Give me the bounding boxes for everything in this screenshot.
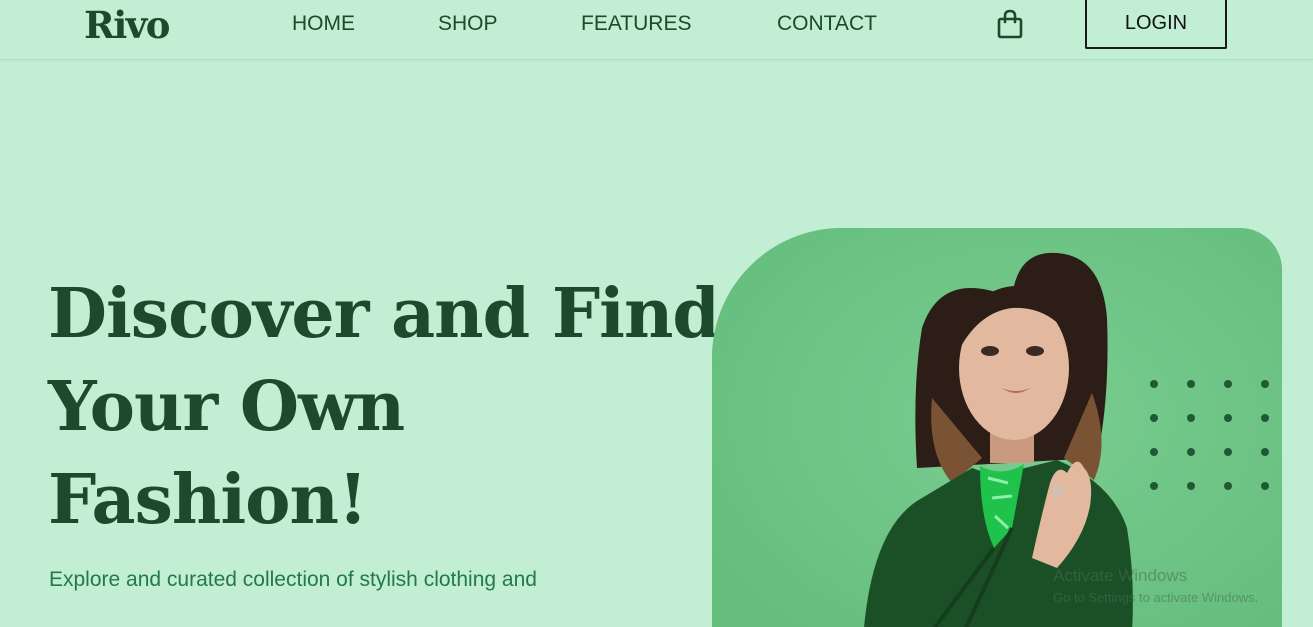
hero-title: Discover and Find Your Own Fashion!	[48, 268, 728, 547]
decorative-dot	[1261, 414, 1269, 422]
decorative-dot	[1224, 414, 1232, 422]
cart-button[interactable]	[990, 6, 1030, 42]
activate-windows-watermark: Activate Windows Go to Settings to activ…	[1053, 566, 1258, 605]
decorative-dot	[1261, 380, 1269, 388]
decorative-dot	[1150, 414, 1158, 422]
hero-title-line: Discover and Find	[48, 274, 720, 354]
decorative-dot	[1224, 482, 1232, 490]
decorative-dot-grid	[1150, 380, 1272, 498]
decorative-dot	[1150, 448, 1158, 456]
nav-features-link[interactable]: FEATURES	[581, 12, 691, 36]
page: Rivo HOME SHOP FEATURES CONTACT LOGIN Di…	[0, 0, 1313, 627]
hero-title-line: Your Own	[48, 367, 405, 447]
decorative-dot	[1150, 380, 1158, 388]
decorative-dot	[1224, 380, 1232, 388]
nav-home-link[interactable]: HOME	[292, 12, 355, 36]
watermark-title: Activate Windows	[1053, 566, 1188, 585]
hero-title-line: Fashion!	[48, 460, 368, 540]
hero-description: Explore and curated collection of stylis…	[49, 568, 537, 591]
decorative-dot	[1261, 482, 1269, 490]
watermark-subtitle: Go to Settings to activate Windows.	[1053, 590, 1259, 605]
nav-contact-link[interactable]: CONTACT	[777, 12, 877, 36]
nav-shop-link[interactable]: SHOP	[438, 12, 498, 36]
decorative-dot	[1261, 448, 1269, 456]
decorative-dot	[1187, 482, 1195, 490]
decorative-dot	[1150, 482, 1158, 490]
login-button[interactable]: LOGIN	[1085, 0, 1227, 49]
decorative-dot	[1187, 414, 1195, 422]
brand-logo[interactable]: Rivo	[84, 3, 170, 47]
decorative-dot	[1224, 448, 1232, 456]
decorative-dot	[1187, 380, 1195, 388]
shopping-bag-icon	[997, 9, 1023, 39]
site-header: Rivo HOME SHOP FEATURES CONTACT LOGIN	[0, 0, 1313, 60]
decorative-dot	[1187, 448, 1195, 456]
